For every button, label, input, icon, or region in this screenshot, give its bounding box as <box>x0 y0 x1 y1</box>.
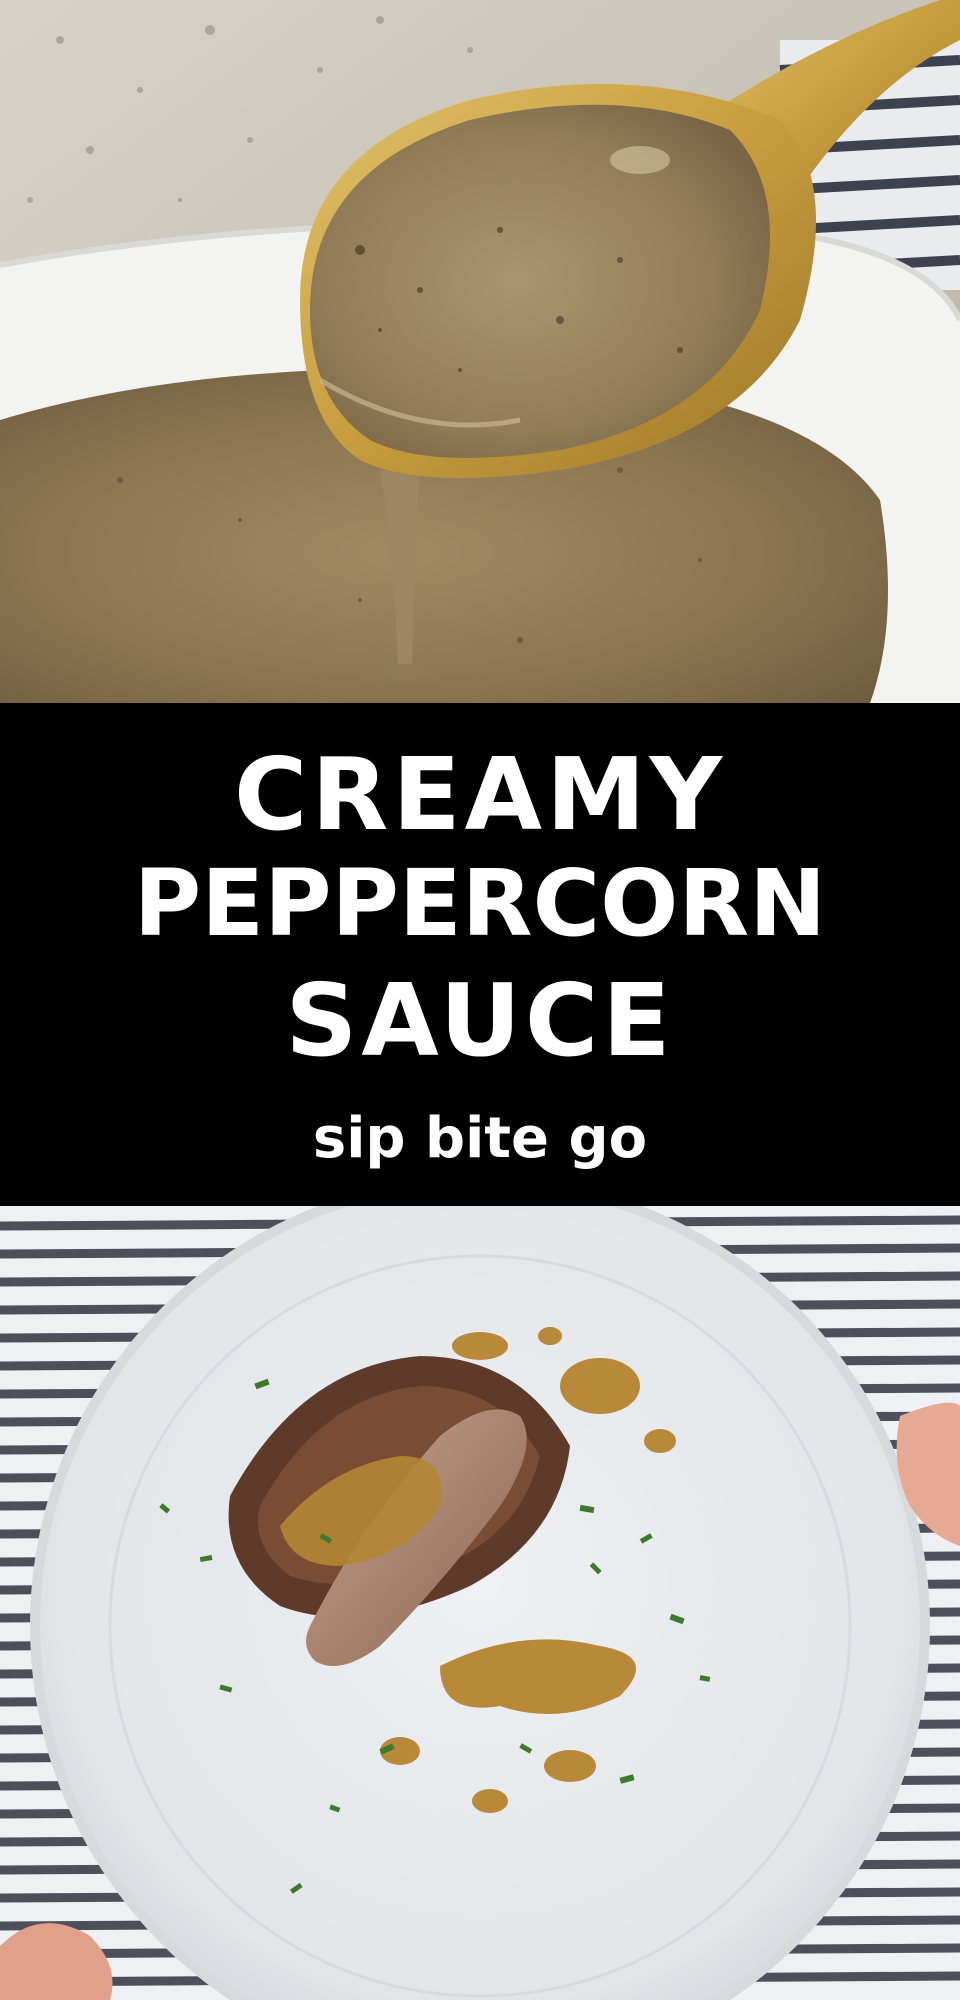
title-line-creamy: CREAMY <box>233 736 727 853</box>
pin-image: CREAMY PEPPERCORN SAUCE sip bite go <box>0 0 960 2000</box>
title-line-sauce: SAUCE <box>285 962 675 1079</box>
brand-name: sip bite go <box>312 1106 648 1171</box>
plated-rib-photo <box>0 1206 960 2000</box>
title-banner: CREAMY PEPPERCORN SAUCE sip bite go <box>0 703 960 1206</box>
sauce-spoon-photo <box>0 0 960 703</box>
title-line-peppercorn: PEPPERCORN <box>133 850 827 957</box>
plated-rib-illustration <box>0 1206 960 2000</box>
sauce-spoon-illustration <box>0 0 960 703</box>
